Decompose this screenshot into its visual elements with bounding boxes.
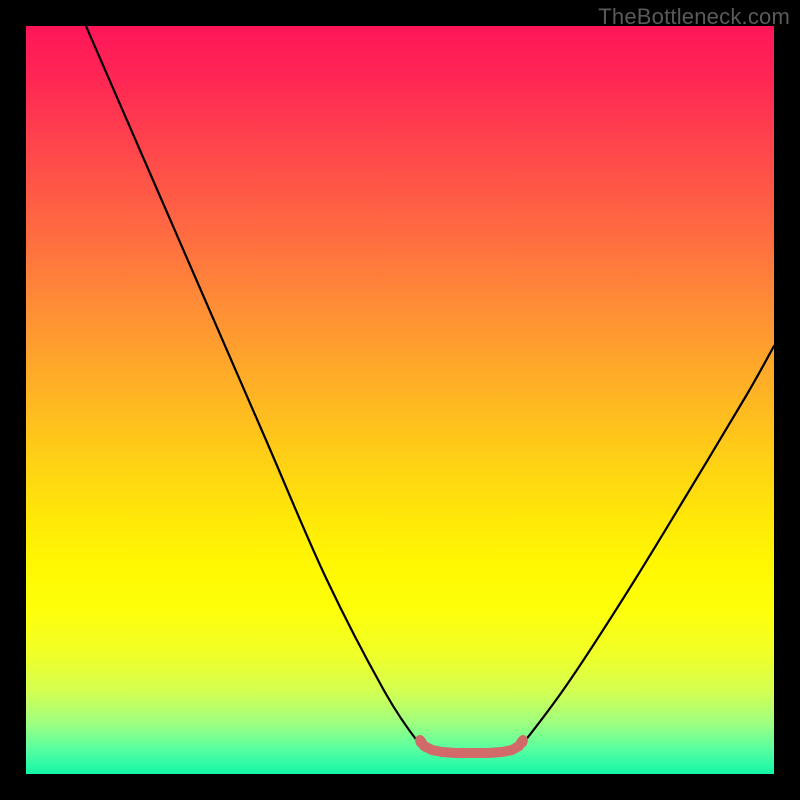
chart-stage: TheBottleneck.com [0, 0, 800, 800]
bottleneck-curve [86, 26, 774, 751]
optimum-endpoint-left-icon [416, 737, 427, 748]
optimum-flat-segment [420, 740, 523, 753]
plot-area [26, 26, 774, 774]
chart-svg [26, 26, 774, 774]
optimum-endpoint-right-icon [517, 737, 528, 748]
